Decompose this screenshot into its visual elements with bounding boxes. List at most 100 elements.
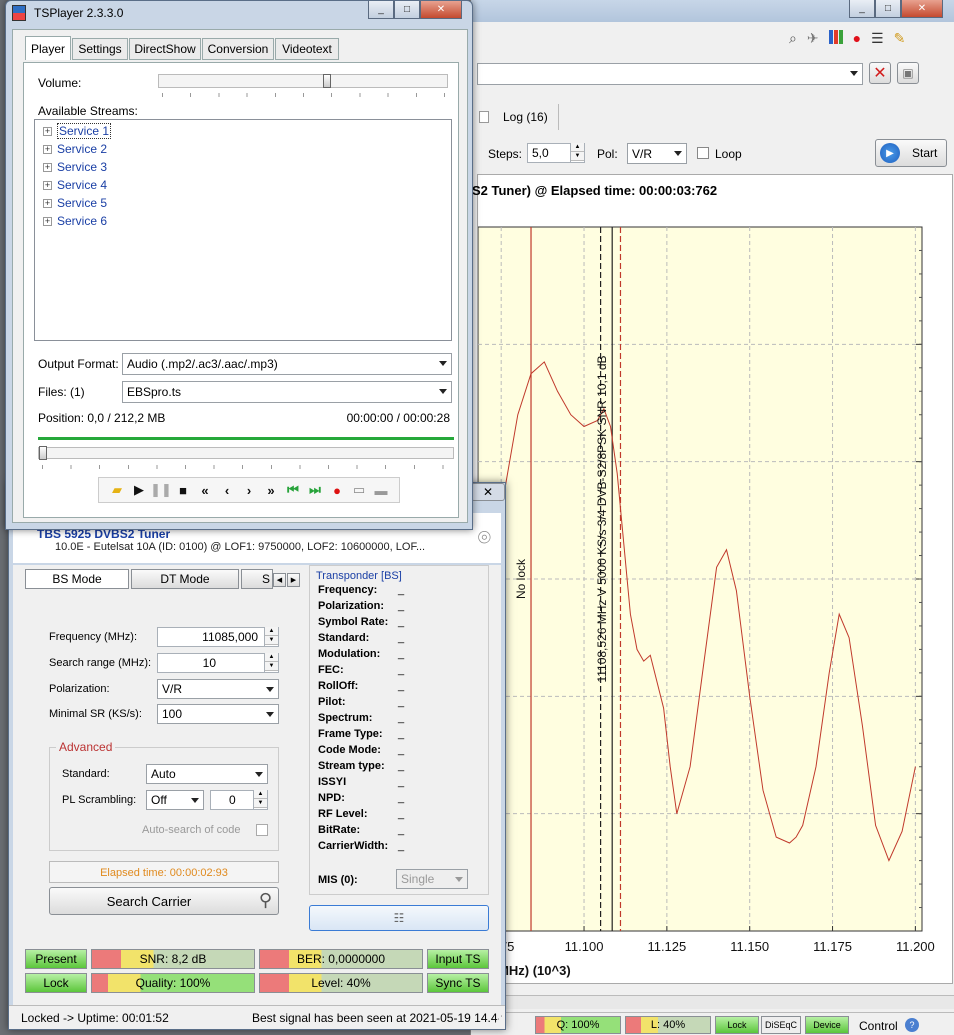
fast-forward-button[interactable]: »	[261, 481, 281, 499]
skip-forward-icon: ⏭	[309, 482, 321, 497]
tab-player[interactable]: Player	[25, 36, 71, 60]
transponder-field-value: _	[398, 600, 405, 612]
next-file-button[interactable]: ⏭	[305, 481, 325, 499]
bs-mode-tab[interactable]: BS Mode	[25, 569, 129, 589]
ber-meter: BER: 0,0000000	[259, 949, 423, 969]
step-back-button[interactable]: ‹	[217, 481, 237, 499]
record-button[interactable]: ●	[327, 481, 347, 499]
stream-item[interactable]: + Service 1	[43, 122, 112, 140]
stream-item[interactable]: + Service 6	[43, 212, 107, 230]
tab-scroll-right-button[interactable]: ▶	[287, 573, 300, 587]
open-file-button[interactable]: ▰	[107, 481, 127, 499]
s-mode-tab[interactable]: S	[241, 569, 273, 589]
expand-icon[interactable]: +	[43, 126, 52, 136]
ber-text: BER: 0,0000000	[296, 952, 386, 966]
tsplayer-minimize-button[interactable]: _	[368, 1, 394, 19]
control-menu[interactable]: Control	[859, 1019, 898, 1033]
pause-button[interactable]: ❚❚	[150, 481, 172, 499]
streams-tree[interactable]: + Service 1 + Service 2 + Service 3 + Service 4…	[34, 119, 452, 341]
tab-conversion[interactable]: Conversion	[202, 38, 274, 60]
output-format-value: Audio (.mp2/.ac3/.aac/.mp3)	[127, 357, 278, 371]
tuner-body: BS Mode DT Mode S ◀ ▶ Frequency (MHz): 1…	[13, 565, 501, 1005]
stream-item[interactable]: + Service 2	[43, 140, 107, 158]
expand-icon[interactable]: +	[43, 198, 52, 208]
main-source-combo[interactable]	[477, 63, 863, 85]
seek-slider-thumb[interactable]	[39, 446, 47, 460]
stream-item[interactable]: + Service 3	[43, 158, 107, 176]
search-carrier-button[interactable]: Search Carrier ⚲	[49, 887, 279, 915]
min-sr-combo[interactable]: 100	[157, 704, 279, 724]
main-minimize-button[interactable]: _	[849, 0, 875, 18]
tools-icon[interactable]: ✎	[894, 30, 906, 47]
delete-button[interactable]: ✕	[869, 62, 891, 84]
pol-value: V/R	[632, 146, 653, 161]
bar-chart-icon[interactable]	[828, 30, 843, 44]
standard-combo[interactable]: Auto	[146, 764, 268, 784]
prev-file-button[interactable]: ⏮	[283, 481, 303, 499]
log-tab[interactable]: Log (16)	[479, 104, 559, 130]
expand-icon[interactable]: +	[43, 216, 52, 226]
expand-icon[interactable]: +	[43, 180, 52, 190]
control-icon[interactable]: ?	[905, 1018, 919, 1032]
stream-item[interactable]: + Service 5	[43, 194, 107, 212]
frequency-input[interactable]: 11085,000 ▲ ▼	[157, 627, 279, 647]
tab-settings[interactable]: Settings	[72, 38, 128, 60]
frequency-spinner[interactable]: ▲ ▼	[264, 627, 278, 647]
list-icon[interactable]: ☰	[871, 30, 884, 47]
play-button[interactable]: ▶	[129, 481, 149, 499]
stop-button[interactable]: ■	[173, 481, 193, 499]
sync-ts-indicator: Sync TS	[427, 973, 489, 993]
pol-combo[interactable]: V/R	[627, 143, 687, 164]
x-tick-label: 11.175	[813, 939, 852, 954]
transponder-row: Stream type: _	[318, 760, 404, 776]
seek-ticks	[42, 465, 452, 469]
s-mode-label: S	[262, 572, 271, 586]
transponder-list-button[interactable]: ☷	[309, 905, 489, 931]
tsplayer-maximize-button[interactable]: □	[394, 1, 420, 19]
search-range-input[interactable]: 10 ▲ ▼	[157, 653, 279, 673]
files-combo[interactable]: EBSpro.ts	[122, 381, 452, 403]
stream-item[interactable]: + Service 4	[43, 176, 107, 194]
steps-input[interactable]: 5,0 ▲ ▼	[527, 143, 585, 163]
transponder-row: Spectrum: _	[318, 712, 404, 728]
pl-code-input[interactable]: 0 ▲ ▼	[210, 790, 268, 810]
snapshot-button[interactable]: ▭	[349, 481, 369, 499]
transponder-row: RollOff: _	[318, 680, 404, 696]
tsplayer-close-button[interactable]: ✕	[420, 1, 462, 19]
transponder-row: RF Level: _	[318, 808, 404, 824]
main-maximize-button[interactable]: □	[875, 0, 901, 18]
search-range-spinner[interactable]: ▲ ▼	[264, 653, 278, 673]
main-close-button[interactable]: ✕	[901, 0, 943, 18]
volume-label: Volume:	[38, 76, 82, 90]
transponder-field-value: _	[398, 824, 405, 836]
start-button[interactable]: ▶ Start	[875, 139, 947, 167]
mis-combo[interactable]: Single	[396, 869, 468, 889]
expand-icon[interactable]: +	[43, 162, 52, 172]
pl-scrambling-combo[interactable]: Off	[146, 790, 204, 810]
volume-slider-thumb[interactable]	[322, 74, 331, 88]
fullscreen-button[interactable]: ▬	[371, 481, 391, 499]
save-button[interactable]: ▣	[897, 62, 919, 84]
rewind-button[interactable]: «	[195, 481, 215, 499]
pl-code-spinner[interactable]: ▲ ▼	[253, 790, 267, 810]
auto-search-checkbox[interactable]	[256, 824, 268, 836]
seek-slider[interactable]	[38, 446, 454, 460]
polarization-combo[interactable]: V/R	[157, 679, 279, 699]
steps-spinner[interactable]: ▲ ▼	[570, 143, 584, 163]
tuner-close-button[interactable]: ✕	[471, 483, 505, 501]
record-icon[interactable]: ●	[853, 30, 861, 47]
tab-directshow[interactable]: DirectShow	[129, 38, 201, 60]
satellite-icon[interactable]: ✈	[807, 30, 819, 47]
output-format-combo[interactable]: Audio (.mp2/.ac3/.aac/.mp3)	[122, 353, 452, 375]
standard-value: Auto	[151, 767, 176, 781]
volume-slider[interactable]	[158, 74, 448, 88]
step-forward-button[interactable]: ›	[239, 481, 259, 499]
search-icon[interactable]: ⌕	[789, 30, 797, 47]
resize-grip-icon[interactable]: ⋰	[494, 1014, 503, 1025]
dt-mode-tab[interactable]: DT Mode	[131, 569, 239, 589]
transponder-row: Pilot: _	[318, 696, 404, 712]
loop-checkbox[interactable]	[697, 147, 709, 159]
tab-scroll-left-button[interactable]: ◀	[273, 573, 286, 587]
tab-videotext[interactable]: Videotext	[275, 38, 339, 60]
expand-icon[interactable]: +	[43, 144, 52, 154]
